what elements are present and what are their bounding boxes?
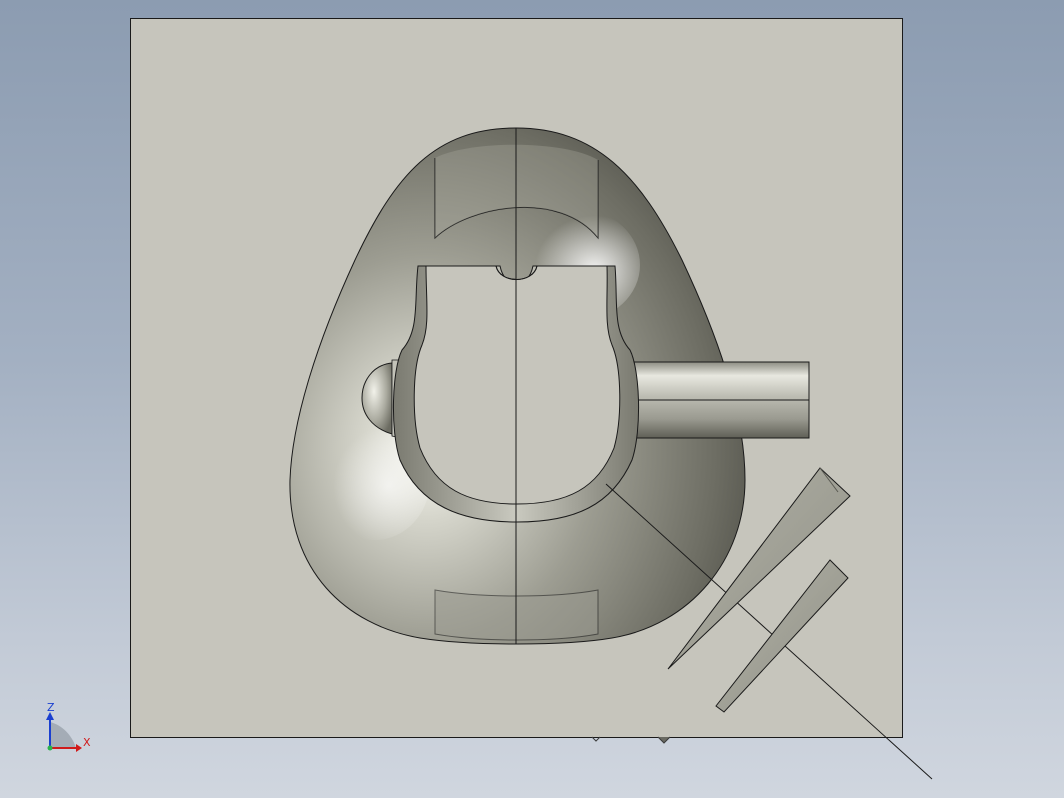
graphics-viewport[interactable]: Z X — [0, 0, 1064, 798]
opening-face[interactable] — [413, 265, 621, 505]
triad-base — [50, 722, 76, 748]
cad-model-view[interactable]: Z X — [0, 0, 1064, 798]
triad-x-arrow — [76, 744, 82, 752]
triad-z-label: Z — [47, 701, 55, 714]
view-orientation-triad-icon[interactable]: Z X — [46, 701, 91, 752]
triad-origin — [47, 745, 53, 751]
edge-mark — [657, 736, 671, 744]
triad-x-label: X — [83, 736, 91, 749]
